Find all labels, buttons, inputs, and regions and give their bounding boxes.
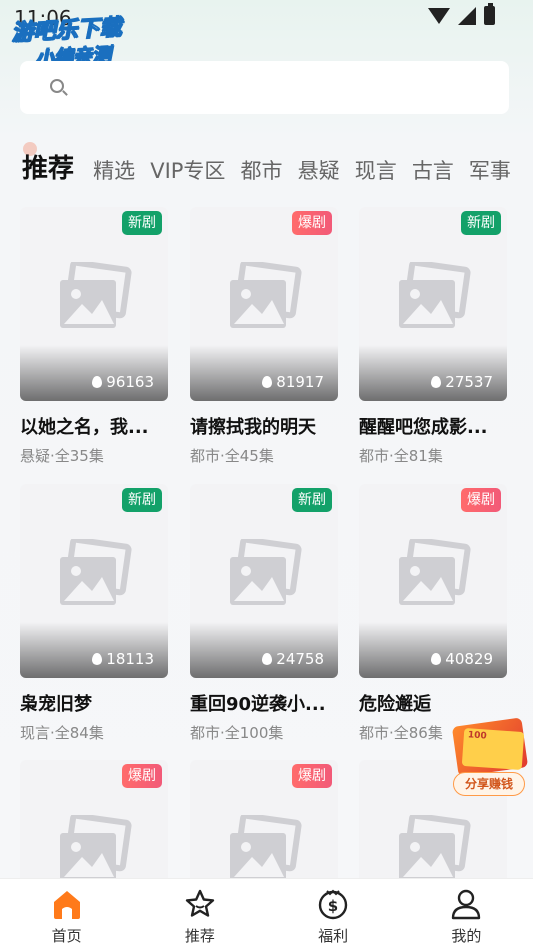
hot-badge: 爆剧 <box>461 488 501 512</box>
svg-text:$: $ <box>328 897 338 915</box>
drama-meta: 都市·全100集 <box>190 724 284 742</box>
flame-icon <box>431 653 442 665</box>
nav-label: 推荐 <box>184 927 215 945</box>
home-icon <box>53 891 80 919</box>
hot-badge: 爆剧 <box>292 211 332 235</box>
tab-featured[interactable]: 精选 <box>93 155 135 185</box>
star-icon <box>185 889 215 917</box>
flame-icon <box>92 376 103 388</box>
drama-title: 枭宠旧梦 <box>20 694 92 715</box>
drama-cover[interactable]: 新剧 27537 <box>359 207 507 401</box>
drama-meta: 都市·全45集 <box>190 447 274 465</box>
image-placeholder-icon <box>60 539 132 605</box>
view-count-value: 24758 <box>276 650 324 668</box>
status-icons <box>428 3 495 25</box>
view-count-value: 96163 <box>106 373 154 391</box>
view-count: 27537 <box>431 373 493 391</box>
tab-suspense[interactable]: 悬疑 <box>298 155 340 185</box>
nav-label: 福利 <box>318 927 349 945</box>
drama-cover[interactable]: 新剧 18113 <box>20 484 168 678</box>
share-amount: 100 <box>467 730 488 742</box>
nav-label: 首页 <box>51 927 82 945</box>
nav-label: 我的 <box>451 927 482 945</box>
drama-card[interactable]: 新剧 96163 以她之名，我... 悬疑·全35集 <box>20 207 168 466</box>
nav-home[interactable]: 首页 <box>0 879 133 948</box>
drama-card[interactable]: 爆剧 40829 危险邂逅 都市·全86集 <box>359 484 507 743</box>
drama-card[interactable]: 爆剧 81917 请擦拭我的明天 都市·全45集 <box>190 207 338 466</box>
tab-vip[interactable]: VIP专区 <box>150 155 225 185</box>
hot-badge: 爆剧 <box>122 764 162 788</box>
drama-card[interactable]: 新剧 18113 枭宠旧梦 现言·全84集 <box>20 484 168 743</box>
view-count: 24758 <box>262 650 324 668</box>
category-tabs: 推荐 精选 VIP专区 都市 悬疑 现言 古言 军事 <box>22 148 512 188</box>
drama-meta: 都市·全81集 <box>359 447 443 465</box>
tab-ancient-romance[interactable]: 古言 <box>412 155 454 185</box>
hot-badge: 爆剧 <box>292 764 332 788</box>
drama-title: 醒醒吧您成影... <box>359 417 488 438</box>
new-badge: 新剧 <box>292 488 332 512</box>
drama-cover[interactable]: 爆剧 81917 <box>190 207 338 401</box>
view-count: 96163 <box>92 373 154 391</box>
search-bar[interactable] <box>20 61 509 114</box>
flame-icon <box>431 376 442 388</box>
drama-meta: 悬疑·全35集 <box>20 447 104 465</box>
drama-card[interactable]: 新剧 27537 醒醒吧您成影... 都市·全81集 <box>359 207 507 466</box>
image-placeholder-icon <box>230 262 302 328</box>
new-badge: 新剧 <box>122 488 162 512</box>
tab-military[interactable]: 军事 <box>469 155 511 185</box>
search-icon <box>50 79 64 93</box>
wifi-icon <box>428 7 450 24</box>
view-count-value: 18113 <box>106 650 154 668</box>
signal-icon <box>458 6 476 25</box>
drama-meta: 现言·全84集 <box>20 724 104 742</box>
image-placeholder-icon <box>399 539 471 605</box>
drama-title: 请擦拭我的明天 <box>190 417 316 438</box>
view-count: 18113 <box>92 650 154 668</box>
image-placeholder-icon <box>60 262 132 328</box>
new-badge: 新剧 <box>122 211 162 235</box>
nav-mine[interactable]: 我的 <box>400 879 533 948</box>
nav-welfare[interactable]: $ 福利 <box>267 879 400 948</box>
drama-title: 重回90逆袭小... <box>190 694 326 715</box>
drama-cover[interactable]: 爆剧 40829 <box>359 484 507 678</box>
drama-card[interactable]: 新剧 24758 重回90逆袭小... 都市·全100集 <box>190 484 338 743</box>
user-icon <box>452 889 481 920</box>
flame-icon <box>92 653 103 665</box>
image-placeholder-icon <box>230 539 302 605</box>
view-count-value: 40829 <box>445 650 493 668</box>
drama-title: 以她之名，我... <box>20 417 149 438</box>
search-input[interactable] <box>78 73 498 103</box>
flame-icon <box>262 653 273 665</box>
bottom-nav: 首页 推荐 $ 福利 我的 <box>0 878 533 948</box>
share-earn-label: 分享赚钱 <box>453 772 525 796</box>
image-placeholder-icon <box>399 262 471 328</box>
tab-modern-romance[interactable]: 现言 <box>355 155 397 185</box>
drama-cover[interactable]: 新剧 24758 <box>190 484 338 678</box>
flame-icon <box>262 376 273 388</box>
tab-recommend[interactable]: 推荐 <box>22 148 74 185</box>
tab-urban[interactable]: 都市 <box>241 155 283 185</box>
nav-recommend[interactable]: 推荐 <box>133 879 266 948</box>
drama-title: 危险邂逅 <box>359 694 431 715</box>
view-count-value: 27537 <box>445 373 493 391</box>
share-earn-button[interactable]: 100 分享赚钱 <box>451 717 529 798</box>
battery-icon <box>484 3 495 25</box>
view-count-value: 81917 <box>276 373 324 391</box>
coupon-icon: 100 <box>461 727 525 771</box>
new-badge: 新剧 <box>461 211 501 235</box>
drama-cover[interactable]: 新剧 96163 <box>20 207 168 401</box>
view-count: 81917 <box>262 373 324 391</box>
dollar-icon: $ <box>318 889 348 920</box>
view-count: 40829 <box>431 650 493 668</box>
